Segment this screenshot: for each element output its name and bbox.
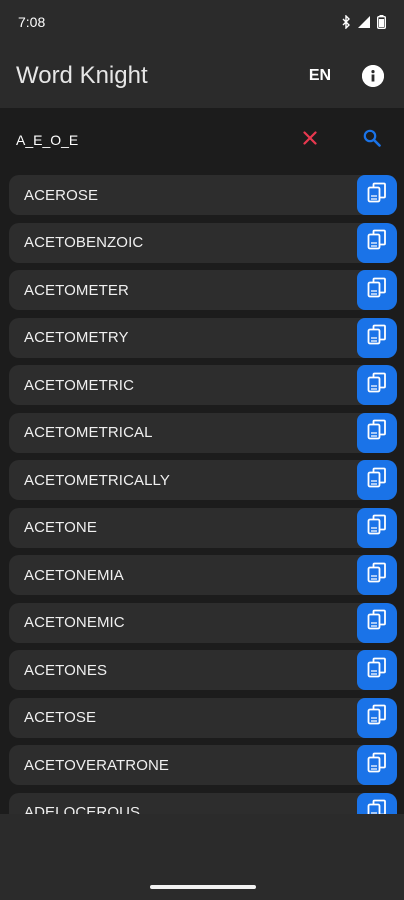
word-label: ACETONEMIC xyxy=(24,614,125,631)
word-label: ACETONE xyxy=(24,519,97,536)
signal-icon xyxy=(357,15,371,29)
copy-button[interactable] xyxy=(357,650,397,690)
copy-button[interactable] xyxy=(357,270,397,310)
home-indicator[interactable] xyxy=(150,885,256,889)
copy-icon xyxy=(367,419,387,446)
copy-icon xyxy=(367,372,387,399)
copy-icon xyxy=(367,514,387,541)
copy-button[interactable] xyxy=(357,175,397,215)
copy-icon xyxy=(367,324,387,351)
copy-button[interactable] xyxy=(357,222,397,263)
copy-button[interactable] xyxy=(357,792,397,814)
word-row[interactable]: ACETOBENZOIC xyxy=(9,222,397,263)
word-label: ACETOMETRICALLY xyxy=(24,471,170,489)
word-label: ACETOMETRIC xyxy=(24,376,134,394)
word-label: ACETOMETRY xyxy=(24,329,129,346)
word-row[interactable]: ACETOVERATRONE xyxy=(9,745,397,785)
copy-icon xyxy=(367,562,387,589)
word-row[interactable]: ACETOMETRIC xyxy=(9,365,397,405)
word-row[interactable]: ACEROSE xyxy=(9,175,397,215)
copy-icon xyxy=(367,657,387,684)
search-input[interactable] xyxy=(16,132,290,148)
word-row[interactable]: ACETOMETRICAL xyxy=(9,412,397,453)
copy-icon xyxy=(367,277,387,304)
copy-button[interactable] xyxy=(357,697,397,738)
word-row[interactable]: ACETOMETRICALLY xyxy=(9,460,397,500)
copy-icon xyxy=(367,704,387,731)
copy-icon xyxy=(367,609,387,636)
word-row[interactable]: ACETOMETRY xyxy=(9,317,397,358)
word-row[interactable]: ADELOCEROUS xyxy=(9,792,397,814)
status-icons xyxy=(341,15,386,29)
word-row[interactable]: ACETOSE xyxy=(9,697,397,738)
word-row[interactable]: ACETONE xyxy=(9,507,397,548)
copy-button[interactable] xyxy=(357,412,397,453)
bluetooth-icon xyxy=(341,15,351,29)
word-label: ACETONES xyxy=(24,661,108,679)
word-row[interactable]: ACETONES xyxy=(9,650,397,690)
word-list[interactable]: ACEROSE ACETOBENZOIC ACETOMETER ACETOMETRY A… xyxy=(0,172,404,814)
clear-button[interactable] xyxy=(290,120,330,160)
word-label: ADELOCEROUS xyxy=(24,804,141,814)
search-bar xyxy=(0,108,404,172)
copy-button[interactable] xyxy=(357,602,397,643)
word-label: ACETOMETER xyxy=(24,281,129,299)
info-icon[interactable] xyxy=(362,65,384,87)
copy-icon xyxy=(367,799,387,814)
copy-button[interactable] xyxy=(357,507,397,548)
copy-icon xyxy=(367,182,387,209)
search-button[interactable] xyxy=(352,120,392,160)
battery-icon xyxy=(377,15,386,29)
copy-button[interactable] xyxy=(357,460,397,500)
copy-icon xyxy=(367,229,387,256)
word-label: ACETOBENZOIC xyxy=(24,234,144,251)
copy-icon xyxy=(367,467,387,494)
app-title: Word Knight xyxy=(16,62,148,89)
status-time: 7:08 xyxy=(18,14,46,30)
word-label: ACETOMETRICAL xyxy=(24,424,153,441)
word-row[interactable]: ACETONEMIA xyxy=(9,555,397,595)
language-button[interactable]: EN xyxy=(300,67,340,85)
app-bar: Word Knight EN xyxy=(0,44,404,108)
close-icon xyxy=(303,130,317,150)
copy-button[interactable] xyxy=(357,365,397,405)
status-bar: 7:08 xyxy=(0,0,404,44)
copy-button[interactable] xyxy=(357,555,397,595)
word-label: ACEROSE xyxy=(24,186,99,204)
copy-button[interactable] xyxy=(357,317,397,358)
search-icon xyxy=(363,129,381,152)
word-row[interactable]: ACETOMETER xyxy=(9,270,397,310)
word-label: ACETOSE xyxy=(24,709,97,726)
bottom-navigation-area xyxy=(0,814,404,900)
word-label: ACETONEMIA xyxy=(24,566,124,584)
word-row[interactable]: ACETONEMIC xyxy=(9,602,397,643)
copy-button[interactable] xyxy=(357,745,397,785)
word-label: ACETOVERATRONE xyxy=(24,756,170,774)
copy-icon xyxy=(367,752,387,779)
